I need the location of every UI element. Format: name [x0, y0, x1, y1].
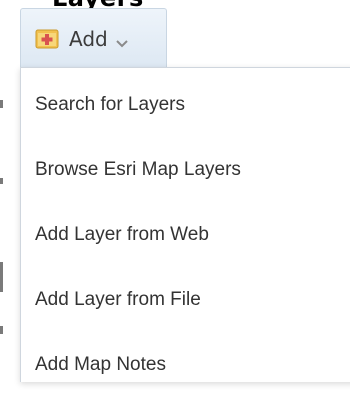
background-edge-mark	[0, 326, 3, 334]
background-edge-mark	[0, 178, 3, 184]
add-layer-icon	[35, 28, 61, 50]
background-edge-mark	[0, 262, 3, 292]
add-button-label: Add	[69, 26, 108, 51]
add-button[interactable]: Add	[20, 8, 167, 68]
background-edge-mark	[0, 100, 3, 108]
menu-item-search-for-layers[interactable]: Search for Layers	[35, 94, 185, 116]
chevron-down-icon	[116, 35, 128, 47]
menu-item-add-map-notes[interactable]: Add Map Notes	[35, 354, 166, 376]
menu-item-browse-esri-map-layers[interactable]: Browse Esri Map Layers	[35, 159, 241, 181]
add-dropdown-menu: Search for Layers Browse Esri Map Layers…	[20, 67, 350, 382]
menu-item-add-layer-from-file[interactable]: Add Layer from File	[35, 289, 201, 311]
add-layer-menu-screen: Layers Add Search for Layers Browse Esri…	[0, 0, 350, 396]
menu-item-add-layer-from-web[interactable]: Add Layer from Web	[35, 224, 209, 246]
